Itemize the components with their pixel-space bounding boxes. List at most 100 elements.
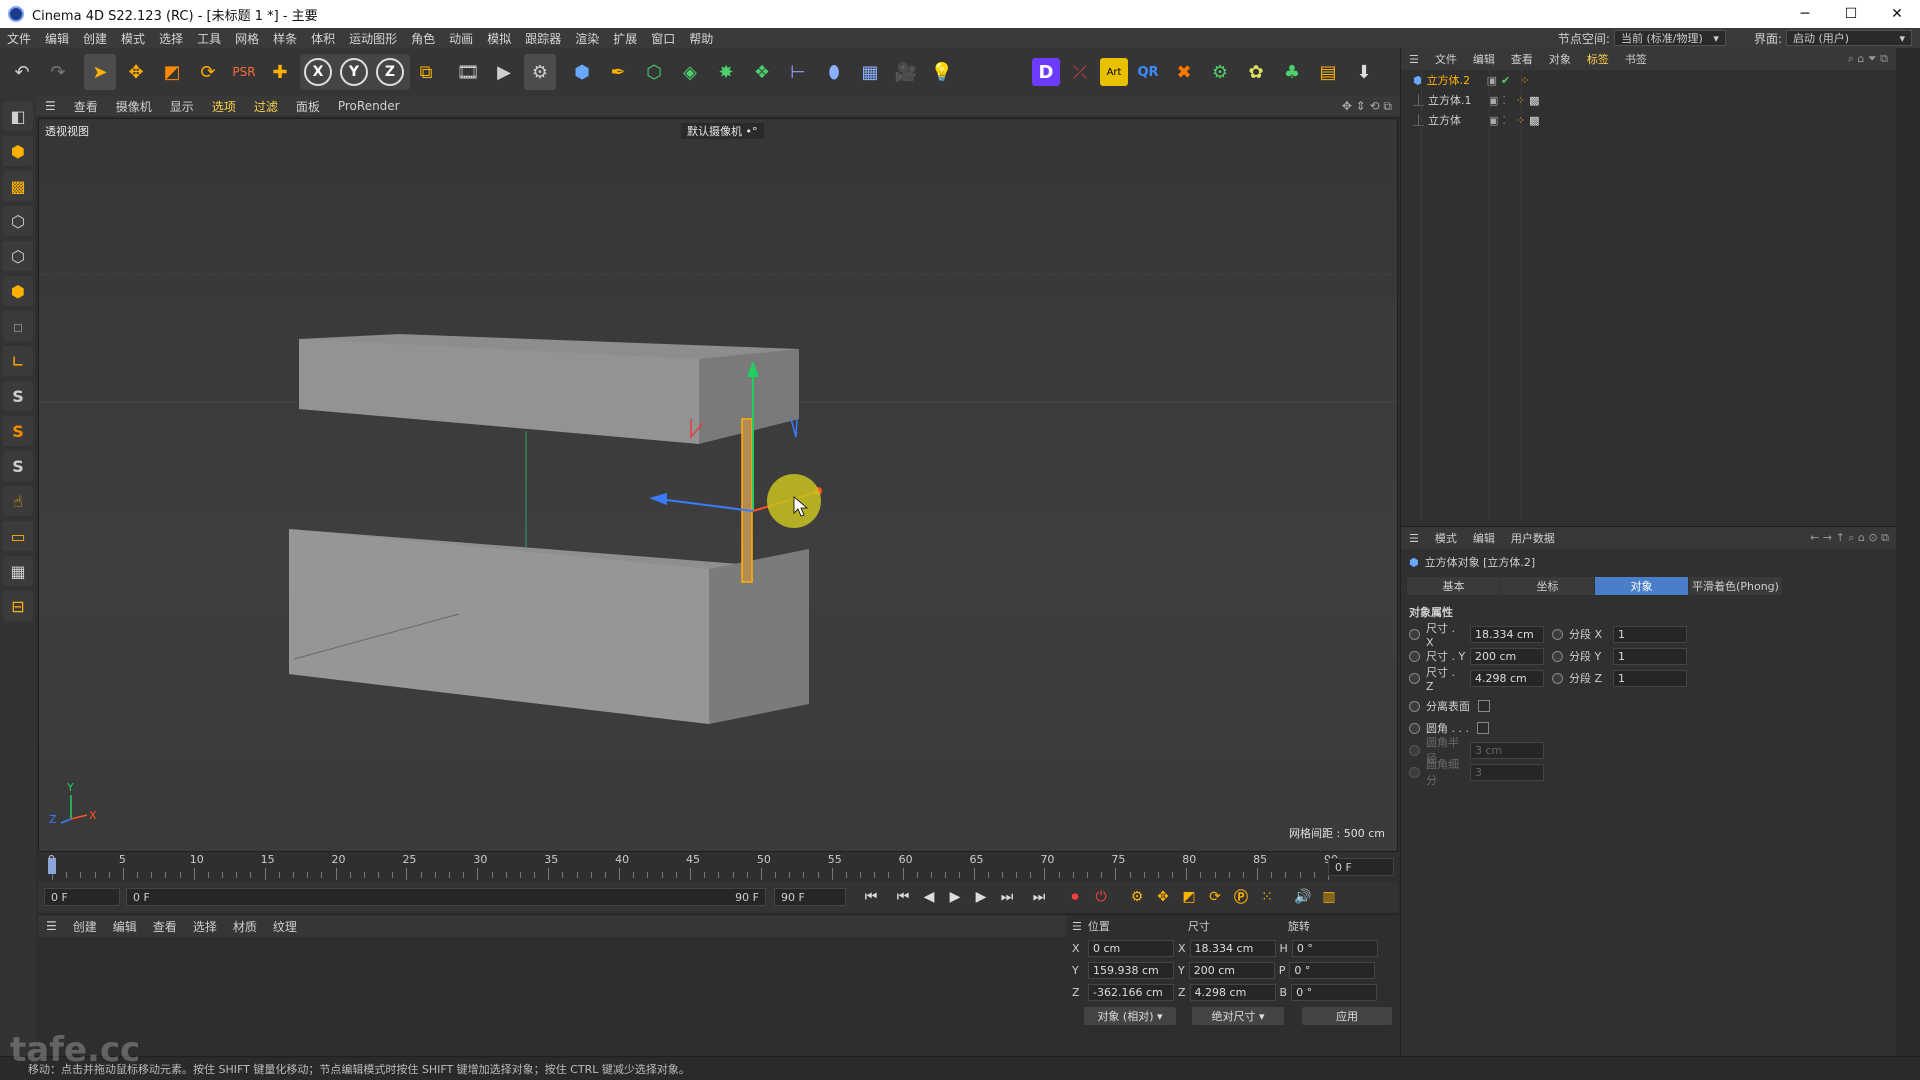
cloner-icon[interactable]: ✸ <box>710 54 742 90</box>
material-menu-texture[interactable]: 纹理 <box>265 918 305 935</box>
uv-mode-icon[interactable]: ▫ <box>3 311 33 341</box>
close-button[interactable]: ✕ <box>1874 0 1920 28</box>
preview-range-slider[interactable]: 0 F 90 F <box>126 888 766 906</box>
autokey-icon[interactable]: ⏻ <box>1088 884 1114 910</box>
x-axis-lock-button[interactable]: X <box>304 58 332 86</box>
dot-toggle-icon[interactable]: ⁚ <box>1502 114 1506 127</box>
material-menu-material[interactable]: 材质 <box>225 918 265 935</box>
array-icon[interactable]: ❖ <box>746 54 778 90</box>
animate-radio[interactable] <box>1409 628 1420 640</box>
plugin-red-icon[interactable]: ⤫ <box>1064 54 1096 90</box>
plugin-art-icon[interactable]: Art <box>1100 58 1128 86</box>
timeline-ruler[interactable]: 051015202530354045505560657075808590 0 F <box>38 852 1398 882</box>
dot-toggle-icon[interactable]: ⁚ <box>1502 94 1506 107</box>
menu-mode[interactable]: 模式 <box>114 30 152 47</box>
subdivision-surface-icon[interactable]: ⬡ <box>638 54 670 90</box>
tweak-mode-icon[interactable]: ☝ <box>3 486 33 516</box>
node-space-select[interactable]: 当前 (标准/物理) ▾ <box>1613 30 1726 46</box>
size-z-field[interactable]: 4.298 cm <box>1189 983 1276 1001</box>
menu-volume[interactable]: 体积 <box>304 30 342 47</box>
separate-surfaces-checkbox[interactable] <box>1478 700 1490 712</box>
size-x-field[interactable]: 18.334 cm <box>1189 939 1276 957</box>
workplane-icon[interactable]: ▭ <box>3 521 33 551</box>
attribute-hamburger-icon[interactable]: ☰ <box>1401 532 1427 545</box>
object-row-cube-1[interactable]: ⏊ 立方体.1 ▣ ⁚ ⁘ ▩ <box>1401 90 1896 110</box>
material-menu-create[interactable]: 创建 <box>65 918 105 935</box>
record-key-icon[interactable]: ⏺ <box>1062 884 1088 910</box>
menu-extensions[interactable]: 扩展 <box>606 30 644 47</box>
object-menu-file[interactable]: 文件 <box>1427 51 1465 67</box>
viewport-menu-cameras[interactable]: 摄像机 <box>107 98 161 115</box>
attribute-menu-user-data[interactable]: 用户数据 <box>1503 530 1563 546</box>
animate-radio[interactable] <box>1552 650 1563 662</box>
parameter-key-icon[interactable]: Ⓟ <box>1228 884 1254 910</box>
attribute-menu-edit[interactable]: 编辑 <box>1465 530 1503 546</box>
size-y-field[interactable]: 200 cm <box>1188 961 1275 979</box>
object-menu-tags[interactable]: 标签 <box>1579 51 1617 67</box>
extrude-icon[interactable]: ◈ <box>674 54 706 90</box>
plugin-flower-icon[interactable]: ✿ <box>1240 54 1272 90</box>
attribute-nav-icons[interactable]: ← → ↑ ⌕ ⌂ ⊙ ⧉ <box>1810 531 1897 545</box>
scale-key-icon[interactable]: ◩ <box>1176 884 1202 910</box>
segments-x-field[interactable]: 1 <box>1613 625 1687 643</box>
end-frame-field[interactable]: 90 F <box>774 888 846 906</box>
timeline-playhead[interactable] <box>48 858 56 874</box>
workplane-align-icon[interactable]: ⊟ <box>3 591 33 621</box>
animate-radio[interactable] <box>1409 672 1420 684</box>
animate-radio[interactable] <box>1552 628 1563 640</box>
deformer-icon[interactable]: ⊢ <box>782 54 814 90</box>
next-frame-icon[interactable]: ▶ <box>968 884 994 910</box>
menu-simulate[interactable]: 模拟 <box>480 30 518 47</box>
rotation-p-field[interactable]: 0 ° <box>1289 961 1376 979</box>
snap-settings-icon[interactable]: S <box>3 416 33 446</box>
attr-size-x-field[interactable]: 18.334 cm <box>1470 625 1544 643</box>
tab-object[interactable]: 对象 <box>1595 577 1688 595</box>
position-z-field[interactable]: -362.166 cm <box>1088 983 1174 1001</box>
material-menu-select[interactable]: 选择 <box>185 918 225 935</box>
position-key-icon[interactable]: ✥ <box>1150 884 1176 910</box>
object-menu-view[interactable]: 查看 <box>1503 51 1541 67</box>
viewport-hamburger-icon[interactable]: ☰ <box>36 99 65 113</box>
attr-size-y-field[interactable]: 200 cm <box>1470 647 1544 665</box>
object-hamburger-icon[interactable]: ☰ <box>1401 53 1427 66</box>
menu-character[interactable]: 角色 <box>404 30 442 47</box>
plugin-orange-icon[interactable]: ✖ <box>1168 54 1200 90</box>
keyframe-selection-icon[interactable]: ⚙ <box>1124 884 1150 910</box>
viewport-menu-filter[interactable]: 过滤 <box>245 98 287 115</box>
maximize-button[interactable]: ☐ <box>1828 0 1874 28</box>
plugin-tree-icon[interactable]: ♣ <box>1276 54 1308 90</box>
menu-window[interactable]: 窗口 <box>644 30 682 47</box>
menu-create[interactable]: 创建 <box>76 30 114 47</box>
apply-button[interactable]: 应用 <box>1302 1007 1392 1025</box>
rotation-key-icon[interactable]: ⟳ <box>1202 884 1228 910</box>
add-object-icon[interactable]: ✚ <box>264 54 296 90</box>
viewport-nav-icons[interactable]: ✥ ⇕ ⟲ ⧉ <box>1342 99 1400 114</box>
render-region-icon[interactable]: 🎞 <box>452 54 484 90</box>
goto-end-icon[interactable]: ⏭ <box>1026 884 1052 910</box>
snap-icon[interactable]: S <box>3 381 33 411</box>
menu-select[interactable]: 选择 <box>152 30 190 47</box>
perspective-viewport[interactable]: 透视视图 默认摄像机 •° Y X Z 网格间距 : 500 cm <box>38 118 1398 852</box>
goto-previous-key-icon[interactable]: ⏮ <box>890 884 916 910</box>
position-y-field[interactable]: 159.938 cm <box>1088 961 1174 979</box>
plugin-align-icon[interactable]: ▤ <box>1312 54 1344 90</box>
animate-radio[interactable] <box>1409 650 1420 662</box>
material-tag-icon[interactable]: ▩ <box>1529 94 1539 107</box>
render-settings-icon[interactable]: ⚙ <box>524 54 556 90</box>
camera-icon[interactable]: 🎥 <box>890 54 922 90</box>
viewport-menu-options[interactable]: 选项 <box>203 98 245 115</box>
current-frame-field[interactable]: 0 F <box>1328 858 1394 876</box>
field-icon[interactable]: ⬮ <box>818 54 850 90</box>
undo-icon[interactable]: ↶ <box>6 54 38 90</box>
plugin-d-icon[interactable]: D <box>1032 58 1060 86</box>
menu-mesh[interactable]: 网格 <box>228 30 266 47</box>
object-search-icon[interactable]: ⌕ ⌂ ⏷ ⧉ <box>1848 52 1896 66</box>
psr-tool-icon[interactable]: PSR <box>228 54 260 90</box>
segments-y-field[interactable]: 1 <box>1613 647 1687 665</box>
viewport-menu-view[interactable]: 查看 <box>65 98 107 115</box>
menu-spline[interactable]: 样条 <box>266 30 304 47</box>
render-view-icon[interactable]: ▶ <box>488 54 520 90</box>
size-mode-select[interactable]: 绝对尺寸 ▾ <box>1192 1007 1284 1025</box>
material-tag-icon[interactable]: ▩ <box>1529 114 1539 127</box>
y-axis-lock-button[interactable]: Y <box>340 58 368 86</box>
